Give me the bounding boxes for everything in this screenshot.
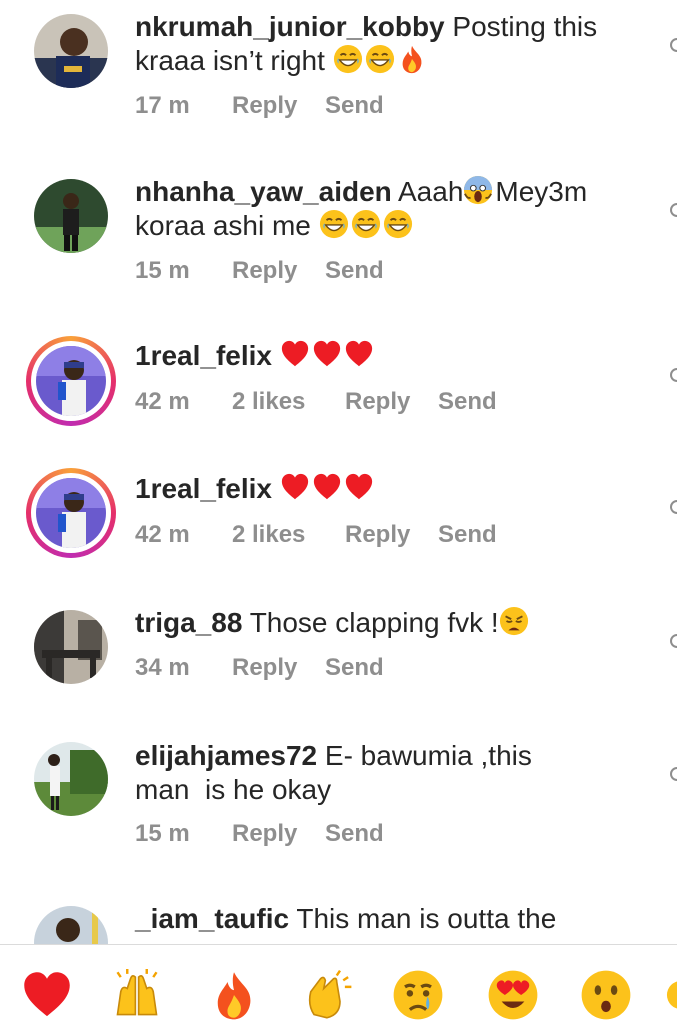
comment-body: Aaah <box>398 176 464 207</box>
like-heart-icon[interactable] <box>670 38 677 52</box>
comment-username[interactable]: 1real_felix <box>135 340 272 371</box>
comment-text: 1real_felix <box>135 339 635 373</box>
comment-body: Posting this <box>452 11 598 42</box>
like-heart-icon[interactable] <box>670 634 677 648</box>
grin-sweat-emoji <box>333 44 363 74</box>
likes-count[interactable]: 2 likes <box>232 388 305 416</box>
raising-hands-icon[interactable] <box>111 969 163 1021</box>
heart-eyes-icon[interactable] <box>487 969 539 1021</box>
comment-text: nhanha_yaw_aiden Aaah Mey3m koraa ashi me <box>135 175 635 243</box>
reply-button[interactable]: Reply <box>232 654 297 682</box>
emoji-reaction-bar <box>0 944 677 1024</box>
send-button[interactable]: Send <box>325 654 384 682</box>
reply-button[interactable]: Reply <box>345 521 410 549</box>
comment-timestamp: 42 m <box>135 388 190 415</box>
comment-body: This man is outta the <box>296 903 557 934</box>
reply-button[interactable]: Reply <box>345 388 410 416</box>
comments-screen: nkrumah_junior_kobby Posting this kraaa … <box>0 0 677 1024</box>
red-heart-emoji <box>312 472 342 502</box>
fire-icon[interactable] <box>208 969 260 1021</box>
comment-username[interactable]: elijahjames72 <box>135 740 317 771</box>
comment-username[interactable]: nhanha_yaw_aiden <box>135 176 392 207</box>
weary-emoji <box>499 606 529 636</box>
comment-username[interactable]: 1real_felix <box>135 473 272 504</box>
like-heart-icon[interactable] <box>670 500 677 514</box>
fire-emoji <box>397 44 427 74</box>
red-heart-emoji <box>312 339 342 369</box>
comment-text: elijahjames72 E- bawumia ,this man is he… <box>135 739 635 807</box>
comment-body: koraa ashi me <box>135 210 311 241</box>
red-heart-emoji <box>280 339 310 369</box>
comment-body: Mey3m <box>495 176 588 207</box>
avatar[interactable] <box>26 336 116 426</box>
comment-body: Those clapping fvk ! <box>249 607 499 638</box>
like-heart-icon[interactable] <box>670 767 677 781</box>
red-heart-emoji <box>344 339 374 369</box>
send-button[interactable]: Send <box>438 521 497 549</box>
comment-timestamp: 34 m <box>135 654 190 681</box>
comment-text: 1real_felix <box>135 472 635 506</box>
like-heart-icon[interactable] <box>670 368 677 382</box>
red-heart-icon[interactable] <box>21 969 73 1021</box>
comment-username[interactable]: triga_88 <box>135 607 242 638</box>
comment-username[interactable]: _iam_taufic <box>135 903 289 934</box>
hushed-face-icon[interactable] <box>580 969 632 1021</box>
grin-sweat-emoji <box>383 209 413 239</box>
reply-button[interactable]: Reply <box>232 257 297 285</box>
grin-sweat-emoji <box>351 209 381 239</box>
avatar[interactable] <box>26 468 116 558</box>
comment-body: kraaa isn’t right <box>135 45 325 76</box>
likes-count[interactable]: 2 likes <box>232 521 305 549</box>
comment-timestamp: 15 m <box>135 257 190 284</box>
send-button[interactable]: Send <box>438 388 497 416</box>
like-heart-icon[interactable] <box>670 203 677 217</box>
send-button[interactable]: Send <box>325 820 384 848</box>
comment-body: man is he okay <box>135 774 332 805</box>
reply-button[interactable]: Reply <box>232 820 297 848</box>
comment-text: _iam_taufic This man is outta the <box>135 902 635 936</box>
crying-face-icon[interactable] <box>392 969 444 1021</box>
comment-text: nkrumah_junior_kobby Posting this kraaa … <box>135 10 635 78</box>
grin-sweat-emoji <box>365 44 395 74</box>
comment-timestamp: 15 m <box>135 820 190 847</box>
red-heart-emoji <box>344 472 374 502</box>
avatar[interactable] <box>34 742 108 816</box>
comment-timestamp: 17 m <box>135 92 190 119</box>
avatar[interactable] <box>34 14 108 88</box>
grin-sweat-emoji <box>319 209 349 239</box>
comment-text: triga_88 Those clapping fvk ! <box>135 606 635 640</box>
comment-timestamp: 42 m <box>135 521 190 548</box>
avatar[interactable] <box>34 610 108 684</box>
comment-username[interactable]: nkrumah_junior_kobby <box>135 11 445 42</box>
send-button[interactable]: Send <box>325 257 384 285</box>
send-button[interactable]: Send <box>325 92 384 120</box>
reply-button[interactable]: Reply <box>232 92 297 120</box>
comment-body: E- bawumia ,this <box>324 740 532 771</box>
red-heart-emoji <box>280 472 310 502</box>
more-emoji-icon[interactable] <box>666 969 677 1021</box>
scream-emoji <box>463 175 493 205</box>
clapping-hands-icon[interactable] <box>301 969 353 1021</box>
avatar[interactable] <box>34 179 108 253</box>
